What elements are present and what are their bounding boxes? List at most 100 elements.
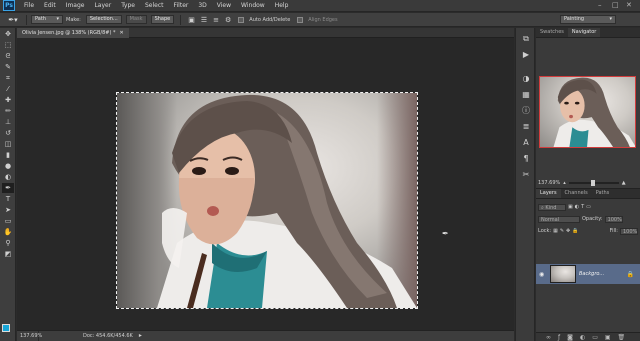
- adjustments-panel-icon[interactable]: ◑: [520, 74, 532, 84]
- layers-panel: Layers Channels Paths ⌕ Kind ▣ ◐ T ▭ Nor…: [536, 188, 640, 341]
- tab-navigator[interactable]: Navigator: [567, 28, 601, 37]
- tab-layers[interactable]: Layers: [536, 189, 561, 198]
- adjustment-layer-icon[interactable]: ◐: [580, 334, 585, 341]
- layers-tab-bar: Layers Channels Paths: [536, 189, 640, 199]
- crop-tool-icon[interactable]: ⌗: [2, 73, 14, 83]
- properties-panel-icon[interactable]: ≣: [520, 122, 532, 132]
- paragraph-panel-icon[interactable]: ¶: [520, 154, 532, 164]
- gradient-tool-icon[interactable]: ▮: [2, 150, 14, 160]
- history-brush-tool-icon[interactable]: ↺: [2, 128, 14, 138]
- filter-shape-icon[interactable]: ▭: [586, 204, 591, 210]
- tab-paths[interactable]: Paths: [592, 189, 614, 198]
- menu-select[interactable]: Select: [145, 2, 164, 9]
- workspace-dropdown[interactable]: Painting ▾: [560, 15, 616, 24]
- lock-transparent-icon[interactable]: ▦: [553, 228, 558, 234]
- filter-pixel-icon[interactable]: ▣: [568, 204, 573, 210]
- history-panel-icon[interactable]: ⧉: [520, 34, 532, 44]
- marquee-tool-icon[interactable]: ⬚: [2, 40, 14, 50]
- blur-tool-icon[interactable]: ●: [2, 161, 14, 171]
- menu-edit[interactable]: Edit: [44, 2, 56, 9]
- zoom-tool-icon[interactable]: ⚲: [2, 238, 14, 248]
- tab-channels[interactable]: Channels: [561, 189, 592, 198]
- trash-icon[interactable]: 🗑: [618, 334, 626, 341]
- info-panel-icon[interactable]: ⓘ: [520, 106, 532, 116]
- pen-cursor-icon: ✒: [442, 229, 449, 238]
- menu-file[interactable]: File: [24, 2, 34, 9]
- eye-icon[interactable]: ◉: [539, 271, 547, 278]
- zoom-level[interactable]: 137.69%: [17, 331, 42, 341]
- lock-pixels-icon[interactable]: ✎: [560, 228, 564, 234]
- actions-panel-icon[interactable]: ▶: [520, 50, 532, 60]
- pen-tool-icon[interactable]: ✒: [2, 183, 14, 193]
- navigator-zoom-value[interactable]: 137.69%: [538, 178, 560, 188]
- menu-image[interactable]: Image: [66, 2, 85, 9]
- fill-input[interactable]: 100%: [620, 227, 638, 235]
- filter-adjustment-icon[interactable]: ◐: [575, 204, 579, 210]
- zoom-slider[interactable]: [568, 180, 619, 186]
- shape-button[interactable]: Shape: [150, 15, 175, 24]
- menu-type[interactable]: Type: [121, 2, 135, 9]
- close-icon[interactable]: ✕: [626, 1, 632, 9]
- mask-icon[interactable]: ◙: [567, 334, 573, 341]
- path-alignment-icon[interactable]: ☰: [201, 16, 207, 24]
- blend-mode-dropdown[interactable]: Normal: [538, 215, 580, 223]
- quick-select-tool-icon[interactable]: ✎: [2, 62, 14, 72]
- dodge-tool-icon[interactable]: ◐: [2, 172, 14, 182]
- menu-view[interactable]: View: [217, 2, 231, 9]
- group-icon[interactable]: ▭: [592, 334, 598, 341]
- mask-button[interactable]: Mask: [125, 15, 147, 24]
- navigator-preview[interactable]: [539, 76, 636, 148]
- lock-position-icon[interactable]: ✥: [566, 228, 570, 234]
- zoom-slider-thumb[interactable]: [590, 180, 595, 186]
- close-icon[interactable]: ✕: [120, 28, 124, 38]
- opacity-input[interactable]: 100%: [604, 215, 623, 223]
- healing-brush-tool-icon[interactable]: ✚: [2, 95, 14, 105]
- path-arrangement-icon[interactable]: ≡: [213, 16, 219, 24]
- styles-panel-icon[interactable]: ▦: [520, 90, 532, 100]
- eyedropper-tool-icon[interactable]: ⁄: [2, 84, 14, 94]
- menu-help[interactable]: Help: [275, 2, 289, 9]
- minimize-icon[interactable]: –: [598, 1, 602, 9]
- lasso-tool-icon[interactable]: ᘓ: [2, 51, 14, 61]
- menu-filter[interactable]: Filter: [174, 2, 189, 9]
- lock-all-icon[interactable]: 🔒: [572, 228, 578, 234]
- clone-stamp-tool-icon[interactable]: ⊥: [2, 117, 14, 127]
- menu-layer[interactable]: Layer: [94, 2, 111, 9]
- tools-presets-icon[interactable]: ✂: [520, 170, 532, 180]
- maximize-icon[interactable]: □: [612, 1, 619, 9]
- brush-tool-icon[interactable]: ✏: [2, 106, 14, 116]
- default-colors-icon[interactable]: ◩: [2, 249, 14, 259]
- align-edges-checkbox[interactable]: [297, 16, 304, 23]
- zoom-out-icon[interactable]: ▴: [563, 178, 566, 188]
- canvas[interactable]: ✒: [17, 39, 514, 329]
- kind-filter-dropdown[interactable]: ⌕ Kind: [538, 203, 566, 211]
- tab-swatches[interactable]: Swatches: [536, 28, 568, 37]
- path-selection-tool-icon[interactable]: ➤: [2, 205, 14, 215]
- hand-tool-icon[interactable]: ✋: [2, 227, 14, 237]
- menu-3d[interactable]: 3D: [198, 2, 206, 9]
- mode-dropdown[interactable]: Path ▾: [31, 15, 63, 24]
- document-tab[interactable]: Olivia Jensen.jpg @ 138% (RGB/8#) * ✕: [17, 28, 129, 38]
- gear-icon[interactable]: ⚙: [225, 16, 231, 24]
- move-tool-icon[interactable]: ✥: [2, 29, 14, 39]
- foreground-color-swatch[interactable]: [2, 324, 10, 332]
- chevron-right-icon[interactable]: ▸: [139, 331, 142, 341]
- zoom-in-icon[interactable]: ▲: [622, 178, 626, 188]
- layer-row[interactable]: ◉ Backgro... 🔒: [536, 264, 640, 284]
- type-tool-icon[interactable]: T: [2, 194, 14, 204]
- blend-mode-value: Normal: [541, 216, 560, 223]
- new-layer-icon[interactable]: ▣: [605, 334, 611, 341]
- selection-button[interactable]: Selection...: [85, 15, 122, 24]
- character-panel-icon[interactable]: A: [520, 138, 532, 148]
- eraser-tool-icon[interactable]: ◫: [2, 139, 14, 149]
- auto-add-delete-checkbox[interactable]: [238, 16, 245, 23]
- fx-icon[interactable]: ƒ: [558, 334, 560, 341]
- pen-tool-preset-icon[interactable]: ✒▾: [4, 15, 22, 25]
- path-operations-icon[interactable]: ▣: [188, 16, 195, 24]
- rectangle-tool-icon[interactable]: ▭: [2, 216, 14, 226]
- menu-window[interactable]: Window: [241, 2, 265, 9]
- photo-image[interactable]: [117, 93, 417, 308]
- filter-type-icon[interactable]: T: [581, 204, 584, 210]
- link-icon[interactable]: ∞: [546, 334, 551, 341]
- layer-name[interactable]: Backgro...: [579, 271, 604, 277]
